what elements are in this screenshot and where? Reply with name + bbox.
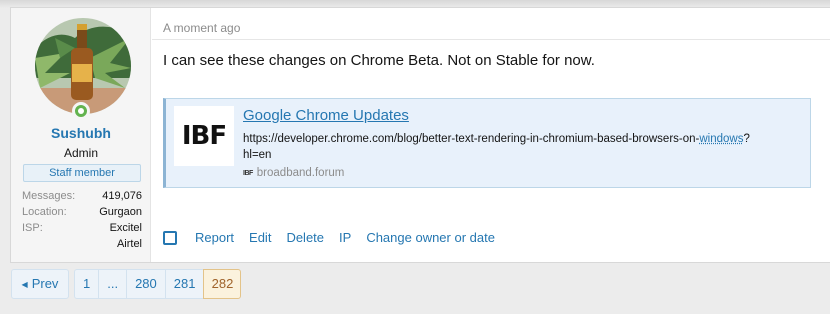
page-jump-ellipsis[interactable]: ...: [98, 269, 127, 299]
unfurl-title-link[interactable]: Google Chrome Updates: [243, 107, 409, 124]
stat-messages: Messages: 419,076: [22, 188, 142, 204]
header-divider: [152, 39, 830, 40]
url-text-end: ?: [743, 133, 750, 145]
stat-location: Location: Gurgaon: [22, 204, 142, 220]
favicon-icon: IBF: [243, 169, 253, 177]
url-highlight[interactable]: windows: [699, 133, 743, 145]
stat-isp: ISP: Excitel: [22, 220, 142, 236]
site-name: broadband.forum: [256, 167, 345, 179]
ip-link[interactable]: IP: [339, 230, 351, 245]
stat-label: Location:: [22, 206, 67, 218]
page-link-1[interactable]: 1: [74, 269, 99, 299]
username-link[interactable]: Sushubh: [11, 125, 151, 141]
delete-link[interactable]: Delete: [286, 230, 324, 245]
user-stats: Messages: 419,076 Location: Gurgaon ISP:…: [22, 188, 142, 252]
stat-value: Excitel: [109, 222, 142, 234]
prev-label: Prev: [31, 276, 59, 291]
url-text-line2: hl=en: [243, 149, 272, 161]
message-body: I can see these changes on Chrome Beta. …: [163, 52, 595, 69]
message-main: A moment ago I can see these changes on …: [152, 8, 830, 262]
page-link-280[interactable]: 280: [126, 269, 165, 299]
stat-label: ISP:: [22, 222, 43, 234]
pagination: ◀ Prev 1 ... 280 281 282: [11, 269, 242, 299]
avatar[interactable]: [35, 18, 131, 114]
report-link[interactable]: Report: [195, 230, 234, 245]
change-owner-link[interactable]: Change owner or date: [366, 230, 495, 245]
link-unfurl-card[interactable]: IBF Google Chrome Updates https://develo…: [163, 98, 811, 188]
page-link-281[interactable]: 281: [164, 269, 204, 299]
user-cell: Sushubh Admin Staff member Messages: 419…: [11, 8, 151, 262]
stat-value: Airtel: [116, 238, 142, 250]
select-checkbox-icon[interactable]: [163, 230, 177, 245]
left-triangle-icon: ◀: [21, 280, 28, 289]
post-date-link[interactable]: A moment ago: [163, 21, 240, 35]
site-logo-text: IBF: [181, 121, 227, 151]
message-post: Sushubh Admin Staff member Messages: 419…: [10, 7, 830, 263]
stat-value: 419,076: [102, 190, 142, 202]
unfurl-url: https://developer.chrome.com/blog/better…: [243, 131, 798, 163]
avatar-image: [35, 18, 131, 114]
online-status-icon: [72, 102, 90, 120]
stat-value: Gurgaon: [99, 206, 142, 218]
staff-banner: Staff member: [23, 164, 141, 182]
page-current[interactable]: 282: [203, 269, 242, 299]
site-logo-image[interactable]: IBF: [174, 106, 234, 166]
url-text: https://developer.chrome.com/blog/better…: [243, 133, 700, 145]
edit-link[interactable]: Edit: [249, 230, 271, 245]
stat-label: Messages:: [22, 190, 76, 202]
post-actions: Report Edit Delete IP Change owner or da…: [163, 230, 510, 245]
unfurl-site: IBF broadband.forum: [243, 167, 344, 179]
prev-page-button[interactable]: ◀ Prev: [11, 269, 69, 299]
stat-isp-continued: Airtel: [22, 236, 142, 252]
user-title: Admin: [63, 146, 98, 160]
